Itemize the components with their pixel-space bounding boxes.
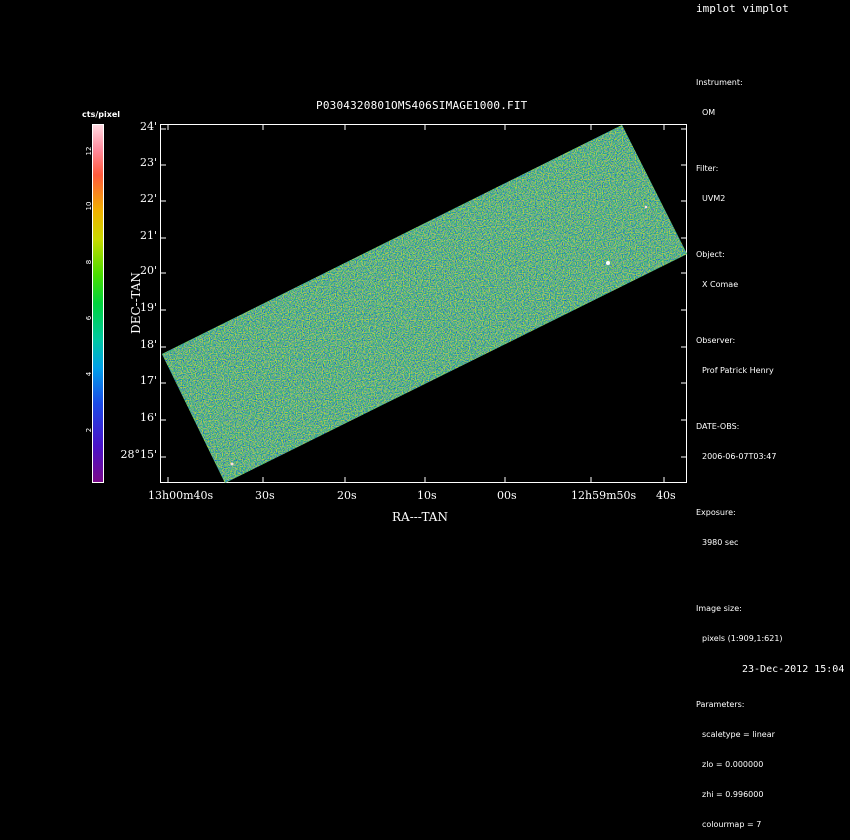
colorbar-unit-label: cts/pixel — [82, 110, 121, 119]
exposure-value: 3980 sec — [702, 538, 739, 547]
colorbar-tick-label: 8 — [85, 259, 93, 265]
x-tick-label: 40s — [656, 489, 676, 502]
date-obs-value: 2006-06-07T03:47 — [702, 452, 777, 461]
param-zhi: zhi = 0.996000 — [702, 790, 764, 799]
param-scaletype: scaletype = linear — [702, 730, 775, 739]
x-tick-label: 00s — [497, 489, 517, 502]
image-area[interactable] — [160, 124, 687, 483]
colorbar-tick-label: 6 — [85, 315, 93, 321]
y-tick-label: 21' — [139, 229, 157, 242]
param-colourmap: colourmap = 7 — [702, 820, 762, 829]
x-tick-label: 20s — [337, 489, 357, 502]
filter-label: Filter: — [696, 164, 719, 173]
date-obs-label: DATE-OBS: — [696, 422, 740, 431]
info-panel: Instrument: OM Filter: UVM2 Object: X Co… — [696, 58, 783, 840]
image-size-value: pixels (1:909,1:621) — [702, 634, 783, 643]
object-value: X Comae — [702, 280, 739, 289]
colorbar-tick-label: 12 — [85, 146, 93, 156]
app-title: implot vimplot — [696, 2, 789, 15]
y-tick-label: 17' — [139, 374, 157, 387]
plot-frame[interactable] — [160, 124, 687, 483]
param-zlo: zlo = 0.000000 — [702, 760, 764, 769]
y-tick-label: 24' — [139, 120, 157, 133]
instrument-value: OM — [702, 108, 716, 117]
image-size-label: Image size: — [696, 604, 742, 613]
x-tick-label: 13h00m40s — [148, 489, 214, 502]
y-tick-label: 23' — [139, 156, 157, 169]
timestamp: 23-Dec-2012 15:04 — [742, 664, 845, 675]
colorbar-tick-label: 2 — [85, 427, 93, 433]
y-tick-label: 16' — [139, 411, 157, 424]
x-axis-label: RA---TAN — [392, 510, 448, 524]
source-spot — [644, 205, 648, 209]
observer-value: Prof Patrick Henry — [702, 366, 774, 375]
x-tick-label: 30s — [255, 489, 275, 502]
y-axis-label: DEC--TAN — [129, 272, 143, 334]
object-label: Object: — [696, 250, 725, 259]
observer-label: Observer: — [696, 336, 736, 345]
colorbar — [92, 124, 104, 483]
source-spot — [606, 261, 610, 265]
y-tick-label: 22' — [139, 192, 157, 205]
y-tick-label: 28°15' — [120, 448, 157, 461]
colorbar-tick-label: 10 — [85, 201, 93, 211]
x-tick-label: 10s — [417, 489, 437, 502]
exposure-label: Exposure: — [696, 508, 736, 517]
source-spot — [230, 462, 234, 466]
plot-title: P0304320801OMS406SIMAGE1000.FIT — [316, 99, 528, 112]
filter-value: UVM2 — [702, 194, 726, 203]
instrument-label: Instrument: — [696, 78, 743, 87]
colorbar-tick-label: 4 — [85, 371, 93, 377]
x-tick-label: 12h59m50s — [571, 489, 637, 502]
parameters-label: Parameters: — [696, 700, 745, 709]
